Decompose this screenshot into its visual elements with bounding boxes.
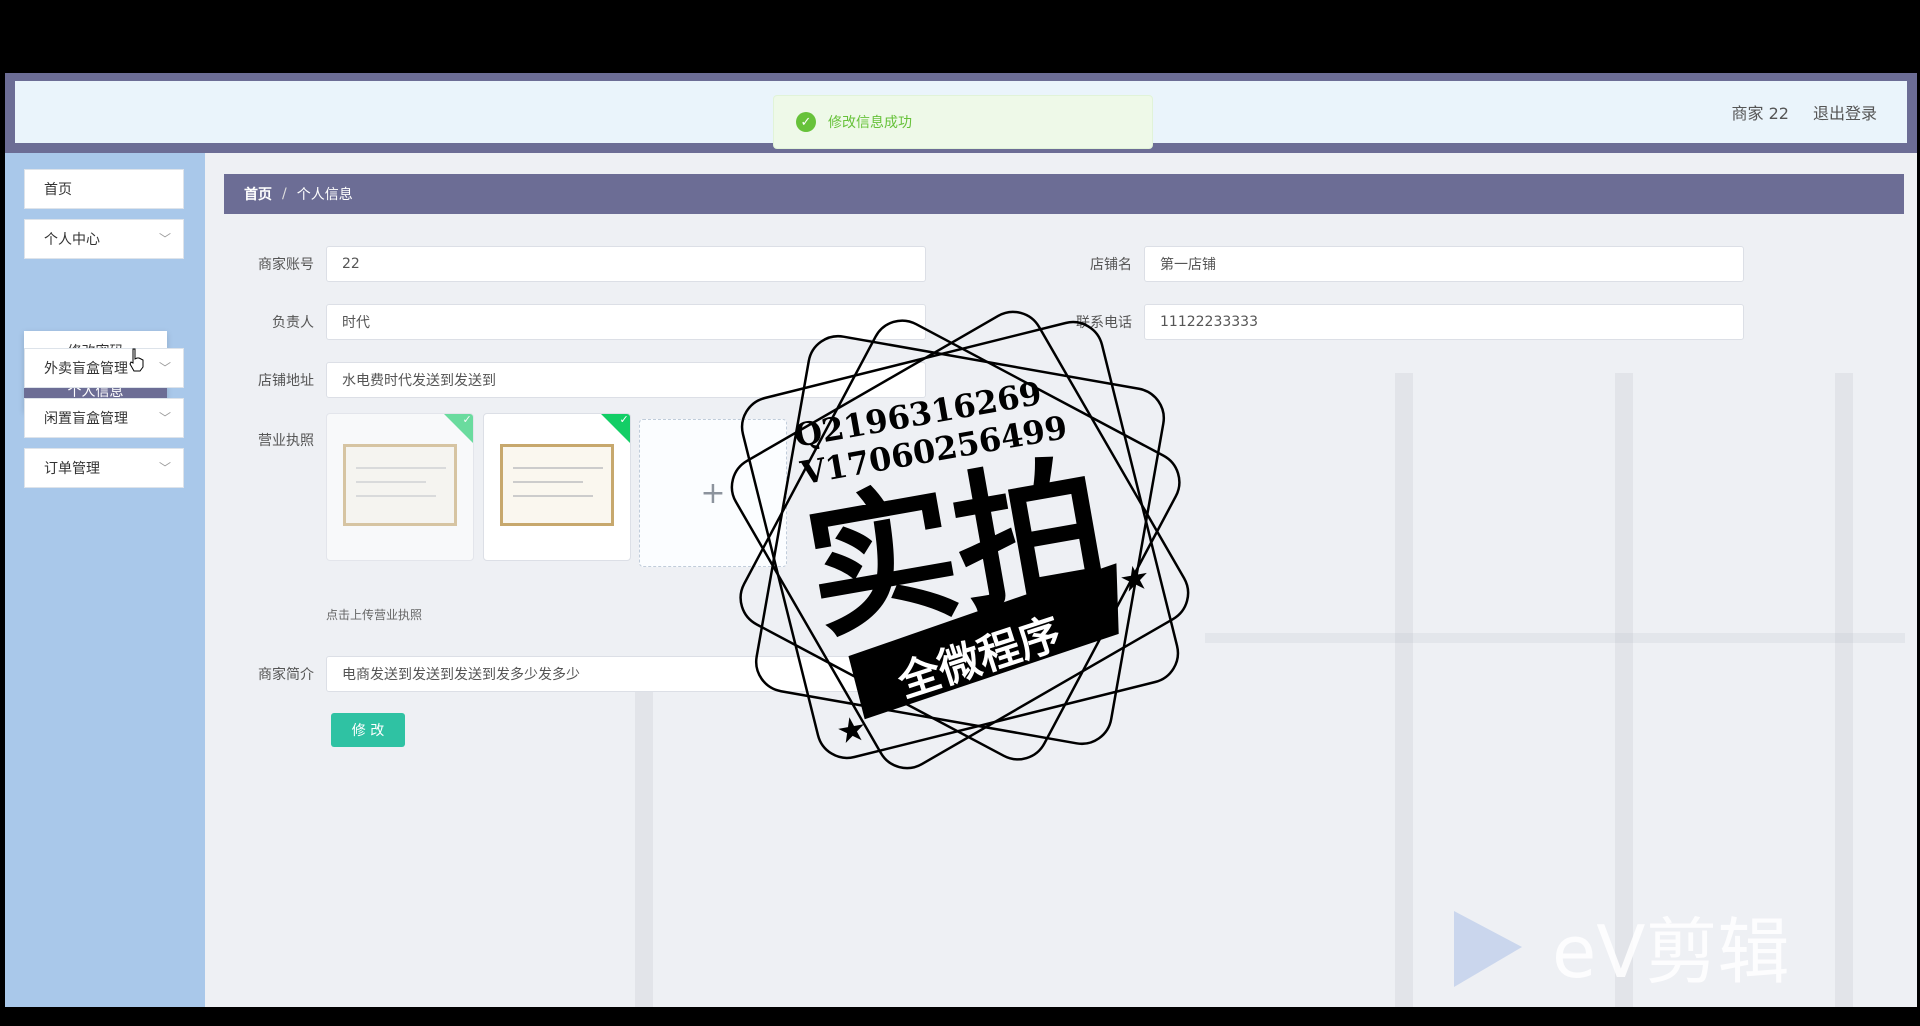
certificate-image <box>343 444 457 526</box>
sidebar-item-idle-blindbox[interactable]: 闲置盲盒管理 ﹀ <box>24 398 184 438</box>
sidebar-item-personal-center[interactable]: 个人中心 ﹀ <box>24 219 184 259</box>
background-decoration <box>635 673 653 1007</box>
sidebar-item-takeout-blindbox[interactable]: 外卖盲盒管理 ﹀ <box>24 348 184 388</box>
background-decoration <box>1205 633 1905 643</box>
certificate-line <box>513 467 603 469</box>
sidebar-item-label: 首页 <box>44 182 72 198</box>
sidebar-item-label: 外卖盲盒管理 <box>44 361 128 377</box>
sidebar-item-label: 闲置盲盒管理 <box>44 411 128 427</box>
check-icon: ✓ <box>462 413 472 426</box>
license-label: 营业执照 <box>258 433 314 449</box>
background-decoration <box>1835 373 1853 1007</box>
shop-name-field[interactable] <box>1144 246 1744 282</box>
app-window: 商家 22 退出登录 首页 个人中心 ﹀ 修改密码 个人信息 外卖盲盒管理 ﹀ … <box>5 73 1917 1007</box>
chevron-down-icon: ﹀ <box>158 232 171 246</box>
account-field[interactable] <box>326 246 926 282</box>
license-image-1[interactable]: ✓ <box>326 413 474 561</box>
certificate-line <box>513 481 583 483</box>
upload-license-button[interactable]: + <box>639 419 787 567</box>
certificate-image <box>500 444 614 526</box>
plus-icon: + <box>700 475 726 511</box>
user-name: 商家 22 <box>1731 104 1789 123</box>
breadcrumb: 首页 / 个人信息 <box>224 174 1904 214</box>
success-check-icon: ✓ <box>796 112 816 132</box>
address-label: 店铺地址 <box>258 373 314 389</box>
breadcrumb-separator: / <box>282 186 287 202</box>
manager-field[interactable] <box>326 304 926 340</box>
breadcrumb-current: 个人信息 <box>296 187 353 203</box>
chevron-down-icon: ﹀ <box>158 411 171 425</box>
ev-logo-text: eV剪辑 <box>1552 910 1790 994</box>
play-icon <box>1454 911 1522 987</box>
phone-field[interactable] <box>1144 304 1744 340</box>
intro-label: 商家简介 <box>258 667 314 683</box>
upload-success-badge: ✓ <box>599 413 630 445</box>
manager-label: 负责人 <box>272 315 314 331</box>
certificate-line <box>356 467 446 469</box>
ev-editor-watermark: eV剪辑 <box>1454 910 1790 994</box>
phone-label: 联系电话 <box>1076 315 1132 331</box>
success-toast: ✓ 修改信息成功 <box>773 95 1153 149</box>
chevron-down-icon: ﹀ <box>158 361 171 375</box>
sidebar-item-label: 订单管理 <box>44 461 100 477</box>
certificate-line <box>356 495 436 497</box>
chevron-down-icon: ﹀ <box>158 461 171 475</box>
upload-hint: 点击上传营业执照 <box>326 608 423 622</box>
upload-success-badge: ✓ <box>442 413 473 445</box>
certificate-line <box>513 495 593 497</box>
sidebar-item-home[interactable]: 首页 <box>24 169 184 209</box>
certificate-line <box>356 481 426 483</box>
breadcrumb-home[interactable]: 首页 <box>244 184 272 204</box>
logout-button[interactable]: 退出登录 <box>1813 100 1877 124</box>
check-icon: ✓ <box>619 413 629 426</box>
sidebar-item-label: 个人中心 <box>44 232 100 248</box>
submit-button[interactable]: 修 改 <box>331 713 405 747</box>
hand-cursor-icon <box>129 348 144 372</box>
intro-field[interactable] <box>326 656 926 692</box>
sidebar: 首页 个人中心 ﹀ 修改密码 个人信息 外卖盲盒管理 ﹀ 闲置盲盒管理 ﹀ 订单… <box>5 153 205 1007</box>
toast-message: 修改信息成功 <box>828 115 912 131</box>
address-field[interactable] <box>326 362 926 398</box>
account-label: 商家账号 <box>258 257 314 273</box>
user-area: 商家 22 退出登录 <box>1708 81 1877 143</box>
shop-name-label: 店铺名 <box>1090 257 1132 273</box>
license-image-2[interactable]: ✓ <box>483 413 631 561</box>
sidebar-item-orders[interactable]: 订单管理 ﹀ <box>24 448 184 488</box>
background-decoration <box>1395 373 1413 1007</box>
